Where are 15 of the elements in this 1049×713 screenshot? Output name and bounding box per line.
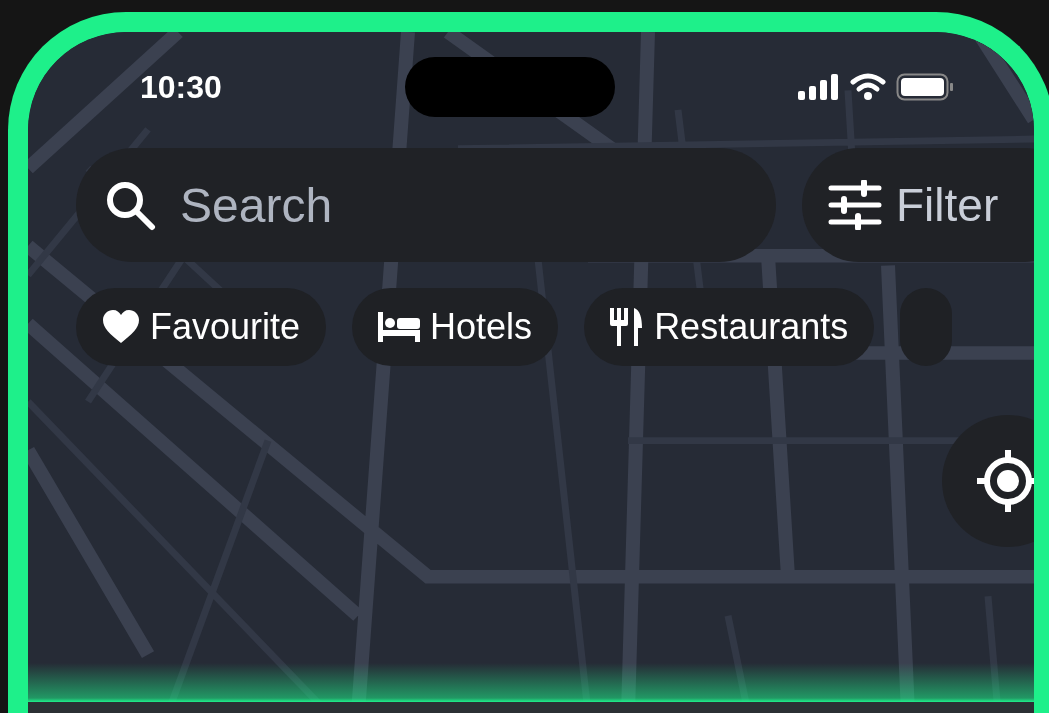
bed-icon	[378, 312, 421, 342]
battery-icon	[896, 73, 954, 101]
filter-button[interactable]: Filter	[802, 148, 1034, 262]
search-field[interactable]: Search	[76, 148, 776, 262]
sliders-icon	[828, 180, 882, 230]
locate-icon	[975, 448, 1034, 514]
wifi-icon	[850, 73, 886, 101]
heart-icon	[102, 310, 140, 344]
fork-knife-icon	[610, 308, 645, 346]
search-icon	[104, 179, 156, 231]
category-chip[interactable]: Favourite	[76, 288, 327, 366]
status-time: 10:30	[140, 68, 222, 106]
category-chip[interactable]: Restaurants	[584, 288, 875, 366]
signal-icon	[798, 74, 840, 100]
category-chip[interactable]: Hotels	[352, 288, 559, 366]
